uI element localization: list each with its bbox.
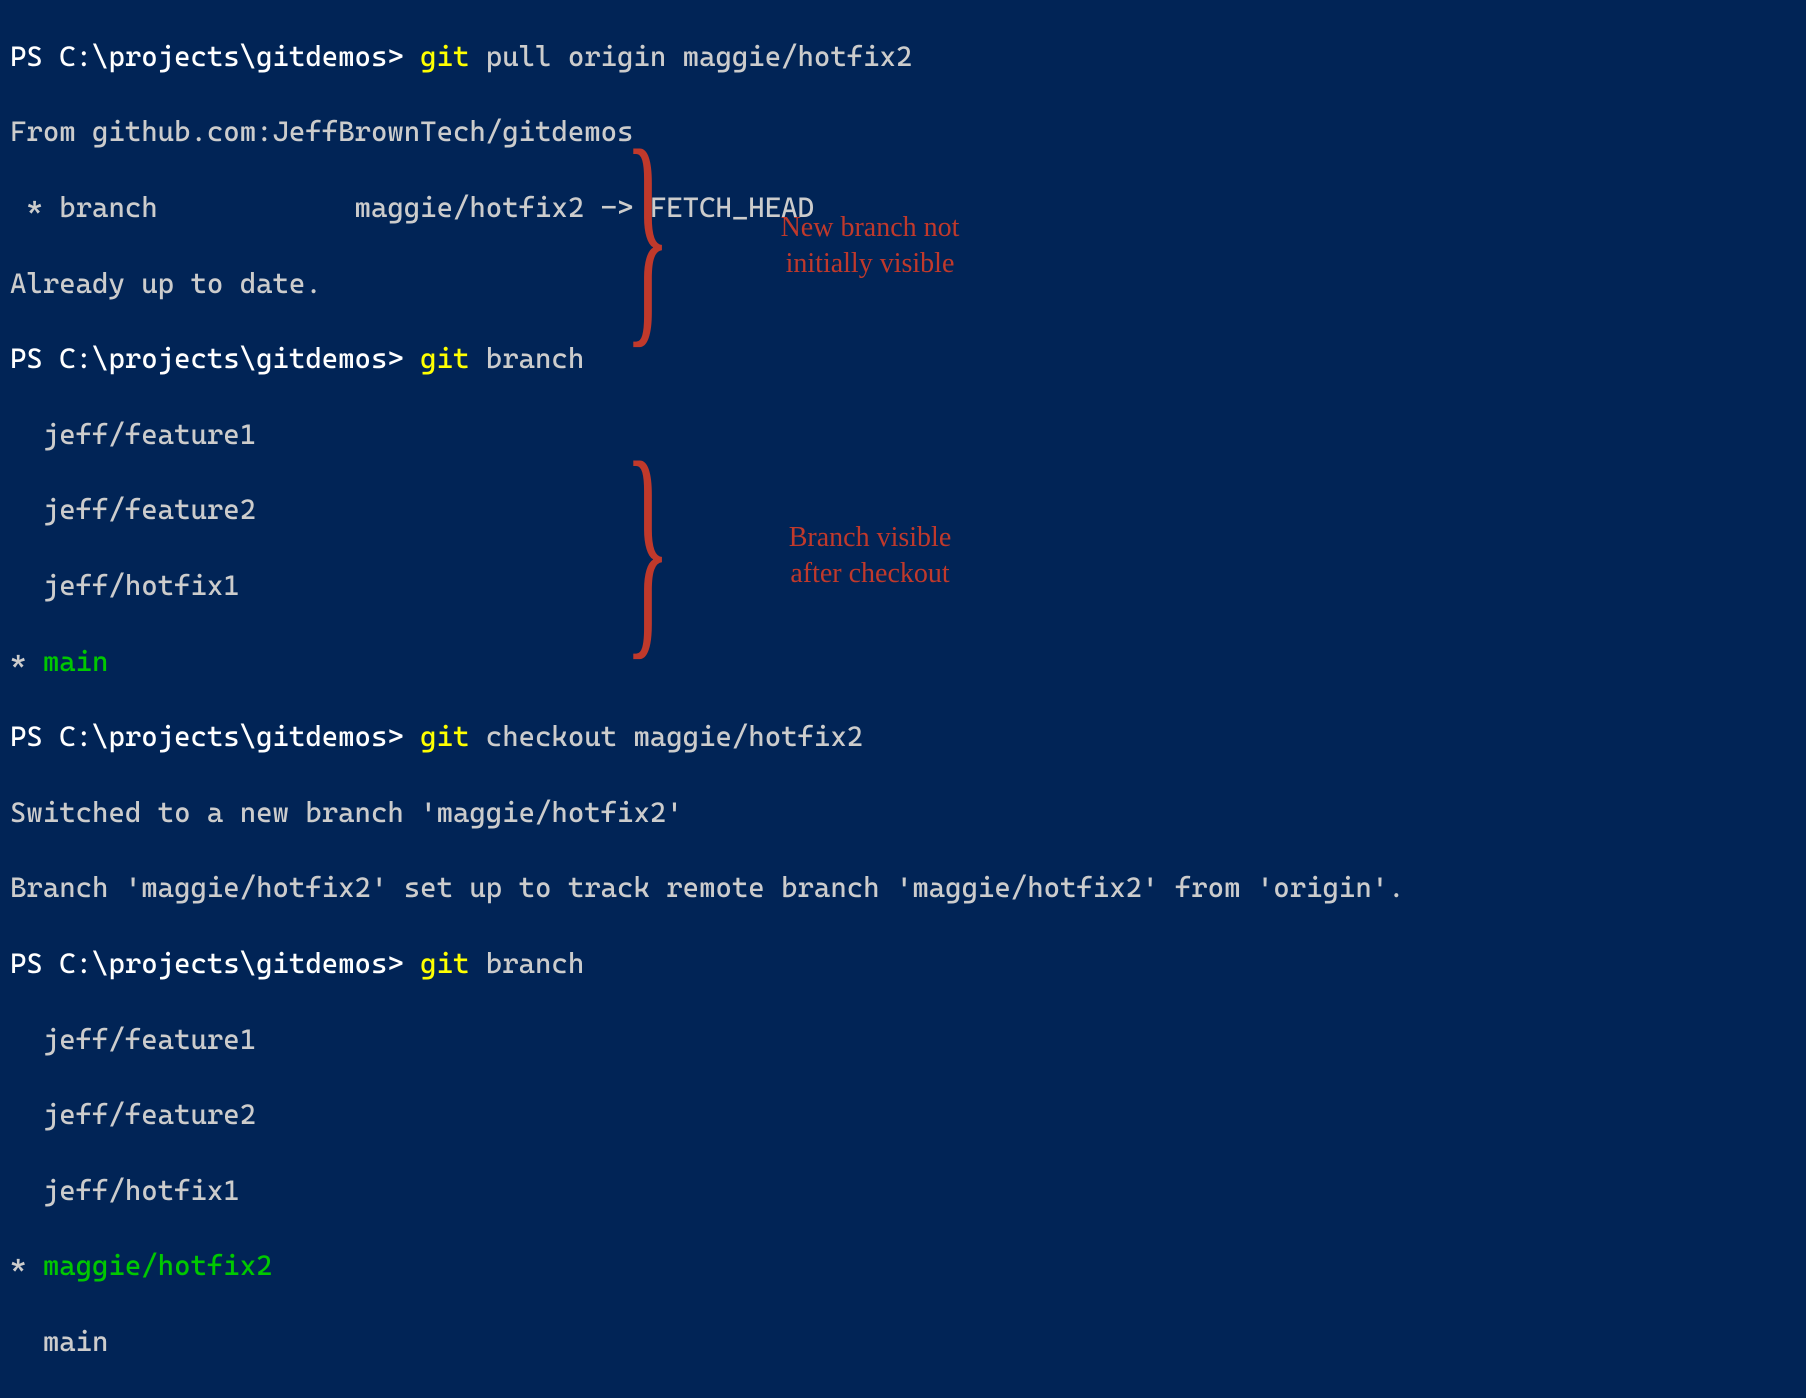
command-args: branch: [486, 342, 584, 375]
ps-prompt: PS C:\projects\gitdemos>: [10, 720, 420, 753]
command-args: pull origin maggie/hotfix2: [486, 40, 913, 73]
git-command: git: [420, 947, 486, 980]
output-line: Switched to a new branch 'maggie/hotfix2…: [10, 794, 1806, 832]
output-line: Branch 'maggie/hotfix2' set up to track …: [10, 869, 1806, 907]
ps-prompt: PS C:\projects\gitdemos>: [10, 342, 420, 375]
annotation-brace-icon: }: [625, 450, 671, 642]
output-line: From github.com:JeffBrownTech/gitdemos: [10, 113, 1806, 151]
current-branch-name: maggie/hotfix2: [43, 1249, 273, 1282]
branch-line: jeff/feature1: [10, 1021, 1806, 1059]
current-branch-name: main: [43, 645, 109, 678]
branch-line: jeff/hotfix1: [10, 1172, 1806, 1210]
branch-line: jeff/feature2: [10, 1096, 1806, 1134]
prompt-line: PS C:\projects\gitdemos> git branch: [10, 945, 1806, 983]
prompt-line: PS C:\projects\gitdemos> git checkout ma…: [10, 718, 1806, 756]
command-args: checkout maggie/hotfix2: [486, 720, 863, 753]
annotation-text: New branch not initially visible: [720, 210, 1020, 283]
current-branch-line: * maggie/hotfix2: [10, 1247, 1806, 1285]
current-branch-line: * main: [10, 643, 1806, 681]
ps-prompt: PS C:\projects\gitdemos>: [10, 40, 420, 73]
git-command: git: [420, 720, 486, 753]
prompt-line: PS C:\projects\gitdemos> git pull origin…: [10, 38, 1806, 76]
git-command: git: [420, 40, 486, 73]
annotation-text: Branch visible after checkout: [720, 520, 1020, 593]
branch-line: jeff/feature1: [10, 416, 1806, 454]
command-args: branch: [486, 947, 584, 980]
git-command: git: [420, 342, 486, 375]
annotation-brace-icon: }: [625, 138, 671, 330]
branch-line: main: [10, 1323, 1806, 1361]
prompt-line: PS C:\projects\gitdemos> git branch: [10, 340, 1806, 378]
ps-prompt: PS C:\projects\gitdemos>: [10, 947, 420, 980]
